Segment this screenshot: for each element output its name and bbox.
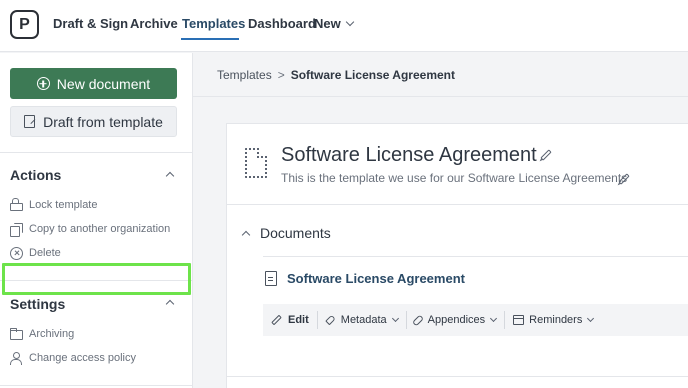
card-divider <box>227 204 688 205</box>
edit-label: Edit <box>288 314 309 326</box>
template-title: Software License Agreement <box>281 144 537 166</box>
chevron-up-icon <box>241 230 251 240</box>
sidebar-item-label: Archiving <box>29 328 75 340</box>
nav-templates[interactable]: Templates <box>182 16 245 31</box>
edit-title-pencil-icon[interactable] <box>540 149 552 161</box>
delete-icon <box>10 246 23 260</box>
draft-from-template-button[interactable]: Draft from template <box>10 106 177 137</box>
edit-document-icon <box>24 115 36 128</box>
sidebar-item-delete[interactable]: Delete <box>10 244 61 262</box>
chevron-down-icon <box>587 314 595 322</box>
sidebar: New document Draft from template Actions… <box>0 53 193 388</box>
reminders-label: Reminders <box>529 314 583 326</box>
file-icon <box>265 271 277 286</box>
documents-section-toggle[interactable]: Documents <box>241 225 331 241</box>
template-document-icon <box>245 148 267 178</box>
chevron-down-icon <box>345 17 354 27</box>
documents-divider <box>263 256 688 257</box>
pencil-icon <box>271 314 282 326</box>
user-lock-icon <box>10 351 23 365</box>
appendices-dropdown[interactable]: Appendices <box>407 311 506 329</box>
chevron-up-icon[interactable] <box>165 171 175 181</box>
sidebar-item-archiving[interactable]: Archiving <box>10 325 74 343</box>
template-card: Software License Agreement This is the t… <box>226 123 688 388</box>
documents-heading: Documents <box>260 225 331 241</box>
logo[interactable]: P <box>10 10 39 39</box>
nav-archive[interactable]: Archive <box>130 16 178 31</box>
draft-from-template-label: Draft from template <box>43 113 163 130</box>
sidebar-item-label: Lock template <box>29 199 98 211</box>
actions-section-title: Actions <box>10 167 62 183</box>
breadcrumb: Templates > Software License Agreement <box>217 68 455 82</box>
paperclip-icon <box>411 313 424 327</box>
chevron-down-icon <box>391 314 399 322</box>
sidebar-item-label: Copy to another organization <box>29 223 171 235</box>
breadcrumb-separator: > <box>277 68 285 82</box>
nav-active-indicator <box>181 38 239 40</box>
new-document-button[interactable]: New document <box>10 68 177 99</box>
nav-new-label: New <box>314 16 341 31</box>
breadcrumb-current: Software License Agreement <box>290 68 455 82</box>
reminders-dropdown[interactable]: Reminders <box>505 311 601 329</box>
card-bottom-divider <box>227 376 688 377</box>
nav-dashboard[interactable]: Dashboard <box>248 16 316 31</box>
plus-circle-icon <box>36 77 50 90</box>
folder-icon <box>10 328 23 340</box>
metadata-dropdown[interactable]: Metadata <box>318 311 407 329</box>
chevron-up-icon[interactable] <box>165 299 175 309</box>
document-toolbar: Edit Metadata Appendices Reminders <box>263 304 688 336</box>
copy-icon <box>10 222 23 237</box>
document-name: Software License Agreement <box>287 271 465 286</box>
top-navigation: P Draft & Sign Archive Templates Dashboa… <box>0 0 688 52</box>
tag-icon <box>324 314 336 326</box>
nav-draft-sign[interactable]: Draft & Sign <box>53 16 128 31</box>
nav-new-menu[interactable]: New <box>314 16 354 31</box>
sidebar-item-label: Delete <box>29 247 61 259</box>
logo-letter: P <box>19 15 30 33</box>
template-description: This is the template we use for our Soft… <box>281 171 628 185</box>
settings-section-title: Settings <box>10 296 66 312</box>
lock-icon <box>10 198 23 211</box>
new-document-label: New document <box>56 75 151 92</box>
appendices-label: Appendices <box>427 314 486 326</box>
document-link[interactable]: Software License Agreement <box>265 271 465 286</box>
metadata-label: Metadata <box>340 314 387 326</box>
main-divider <box>193 96 688 97</box>
sidebar-item-label: Change access policy <box>29 352 137 364</box>
sidebar-item-change-access-policy[interactable]: Change access policy <box>10 349 136 367</box>
chevron-down-icon <box>490 314 498 322</box>
archiving-highlight <box>2 263 191 295</box>
calendar-icon <box>513 315 525 325</box>
sidebar-divider <box>0 152 193 153</box>
edit-button[interactable]: Edit <box>263 311 318 329</box>
sidebar-item-lock-template[interactable]: Lock template <box>10 196 97 214</box>
sidebar-divider <box>0 385 193 386</box>
sidebar-item-copy-to-organization[interactable]: Copy to another organization <box>10 220 170 238</box>
breadcrumb-templates-link[interactable]: Templates <box>217 68 272 82</box>
